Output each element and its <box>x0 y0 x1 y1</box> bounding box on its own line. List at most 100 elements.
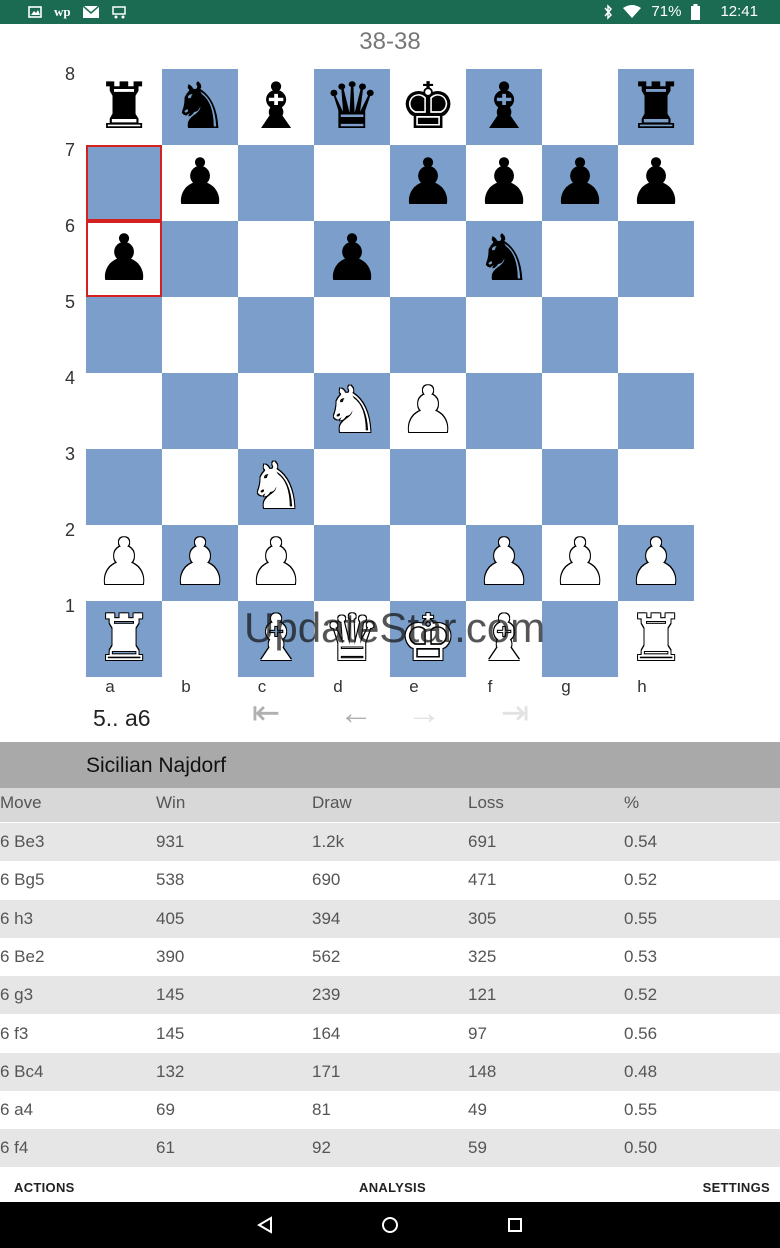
square-a2[interactable]: ♟ <box>86 525 162 601</box>
square-c8[interactable]: ♝ <box>238 69 314 145</box>
square-h5[interactable] <box>618 297 694 373</box>
square-d3[interactable] <box>314 449 390 525</box>
square-g8[interactable] <box>542 69 618 145</box>
square-g6[interactable] <box>542 221 618 297</box>
black-knight-icon[interactable]: ♞ <box>162 69 238 145</box>
square-h6[interactable] <box>618 221 694 297</box>
recents-button[interactable] <box>500 1210 530 1240</box>
chess-board[interactable]: ♜ ♞ ♝ ♛ ♚ ♝ ♜ ♟ ♟ ♟ ♟ ♟ ♟ ♟ ♞ ♞ ♟ ♞ ♟ ♟ ♟ ♟ ♟ ♟ ♜ ♝ ♛ ♚ ♝ ♜ <box>86 69 694 677</box>
square-a1[interactable]: ♜ <box>86 601 162 677</box>
square-f1[interactable]: ♝ <box>466 601 542 677</box>
white-knight-icon[interactable]: ♞ <box>314 373 390 449</box>
black-pawn-icon[interactable]: ♟ <box>618 145 694 221</box>
square-c4[interactable] <box>238 373 314 449</box>
home-button[interactable] <box>375 1210 405 1240</box>
square-b4[interactable] <box>162 373 238 449</box>
square-b2[interactable]: ♟ <box>162 525 238 601</box>
square-e6[interactable] <box>390 221 466 297</box>
square-d8[interactable]: ♛ <box>314 69 390 145</box>
white-rook-icon[interactable]: ♜ <box>86 601 162 677</box>
square-f5[interactable] <box>466 297 542 373</box>
square-b7[interactable]: ♟ <box>162 145 238 221</box>
white-pawn-icon[interactable]: ♟ <box>390 373 466 449</box>
black-pawn-icon[interactable]: ♟ <box>162 145 238 221</box>
analysis-button[interactable]: ANALYSIS <box>359 1180 426 1195</box>
square-c3[interactable]: ♞ <box>238 449 314 525</box>
square-h8[interactable]: ♜ <box>618 69 694 145</box>
table-row[interactable]: 6 Bg5 538 690 471 0.52 <box>0 861 780 900</box>
square-a4[interactable] <box>86 373 162 449</box>
square-e8[interactable]: ♚ <box>390 69 466 145</box>
black-knight-icon[interactable]: ♞ <box>466 221 542 297</box>
square-c1[interactable]: ♝ <box>238 601 314 677</box>
table-row[interactable]: 6 f3 145 164 97 0.56 <box>0 1014 780 1053</box>
square-c6[interactable] <box>238 221 314 297</box>
square-g2[interactable]: ♟ <box>542 525 618 601</box>
square-e7[interactable]: ♟ <box>390 145 466 221</box>
black-pawn-icon[interactable]: ♟ <box>542 145 618 221</box>
table-row[interactable]: 6 Be3 931 1.2k 691 0.54 <box>0 823 780 861</box>
black-bishop-icon[interactable]: ♝ <box>466 69 542 145</box>
square-a5[interactable] <box>86 297 162 373</box>
white-pawn-icon[interactable]: ♟ <box>542 525 618 601</box>
square-f7[interactable]: ♟ <box>466 145 542 221</box>
black-king-icon[interactable]: ♚ <box>390 69 466 145</box>
table-row[interactable]: 6 h3 405 394 305 0.55 <box>0 899 780 938</box>
square-h7[interactable]: ♟ <box>618 145 694 221</box>
white-pawn-icon[interactable]: ♟ <box>238 525 314 601</box>
first-move-button[interactable]: ⇤ <box>243 696 289 730</box>
square-g5[interactable] <box>542 297 618 373</box>
square-g4[interactable] <box>542 373 618 449</box>
square-c5[interactable] <box>238 297 314 373</box>
square-f3[interactable] <box>466 449 542 525</box>
previous-move-button[interactable]: ← <box>333 696 379 730</box>
square-e5[interactable] <box>390 297 466 373</box>
black-rook-icon[interactable]: ♜ <box>618 69 694 145</box>
square-e2[interactable] <box>390 525 466 601</box>
black-pawn-icon[interactable]: ♟ <box>466 145 542 221</box>
white-queen-icon[interactable]: ♛ <box>314 601 390 677</box>
square-a7[interactable] <box>86 145 162 221</box>
square-h4[interactable] <box>618 373 694 449</box>
next-move-button[interactable]: → <box>401 696 447 730</box>
white-pawn-icon[interactable]: ♟ <box>86 525 162 601</box>
square-f6[interactable]: ♞ <box>466 221 542 297</box>
square-a8[interactable]: ♜ <box>86 69 162 145</box>
table-row[interactable]: 6 f4 61 92 59 0.50 <box>0 1129 780 1168</box>
square-g3[interactable] <box>542 449 618 525</box>
square-b5[interactable] <box>162 297 238 373</box>
square-f2[interactable]: ♟ <box>466 525 542 601</box>
square-d2[interactable] <box>314 525 390 601</box>
square-h1[interactable]: ♜ <box>618 601 694 677</box>
white-king-icon[interactable]: ♚ <box>390 601 466 677</box>
square-e3[interactable] <box>390 449 466 525</box>
table-row[interactable]: 6 Bc4 132 171 148 0.48 <box>0 1052 780 1091</box>
black-queen-icon[interactable]: ♛ <box>314 69 390 145</box>
white-knight-icon[interactable]: ♞ <box>238 449 314 525</box>
black-pawn-icon[interactable]: ♟ <box>390 145 466 221</box>
square-b6[interactable] <box>162 221 238 297</box>
table-row[interactable]: 6 g3 145 239 121 0.52 <box>0 976 780 1015</box>
square-b1[interactable] <box>162 601 238 677</box>
white-rook-icon[interactable]: ♜ <box>618 601 694 677</box>
back-button[interactable] <box>250 1210 280 1240</box>
square-e4[interactable]: ♟ <box>390 373 466 449</box>
square-b8[interactable]: ♞ <box>162 69 238 145</box>
table-row[interactable]: 6 Be2 390 562 325 0.53 <box>0 937 780 976</box>
square-d4[interactable]: ♞ <box>314 373 390 449</box>
white-bishop-icon[interactable]: ♝ <box>238 601 314 677</box>
square-h2[interactable]: ♟ <box>618 525 694 601</box>
black-bishop-icon[interactable]: ♝ <box>238 69 314 145</box>
square-h3[interactable] <box>618 449 694 525</box>
square-a6[interactable]: ♟ <box>86 221 162 297</box>
white-bishop-icon[interactable]: ♝ <box>466 601 542 677</box>
square-d1[interactable]: ♛ <box>314 601 390 677</box>
square-f8[interactable]: ♝ <box>466 69 542 145</box>
square-d7[interactable] <box>314 145 390 221</box>
white-pawn-icon[interactable]: ♟ <box>618 525 694 601</box>
actions-button[interactable]: ACTIONS <box>14 1180 75 1195</box>
last-move-button[interactable]: ⇥ <box>492 696 538 730</box>
black-pawn-icon[interactable]: ♟ <box>314 221 390 297</box>
black-rook-icon[interactable]: ♜ <box>86 69 162 145</box>
square-a3[interactable] <box>86 449 162 525</box>
